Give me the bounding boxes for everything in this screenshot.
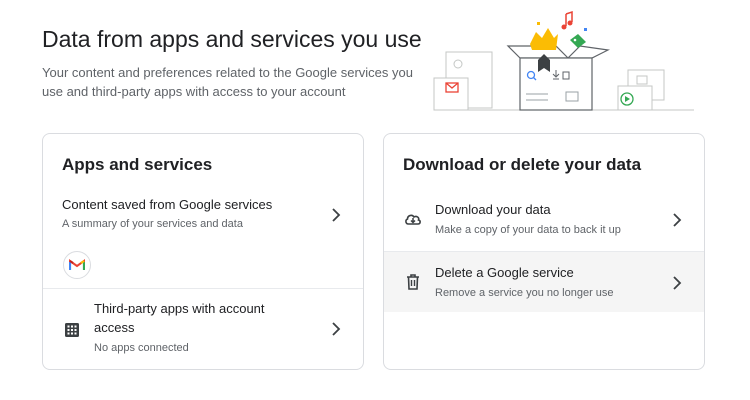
apps-and-services-card: Apps and services Content saved from Goo… [42, 133, 364, 370]
chevron-right-icon [332, 208, 341, 222]
row-title: Download your data [435, 202, 551, 217]
row-title: Content saved from Google services [62, 197, 273, 212]
row-description: Make a copy of your data to back it up [435, 224, 621, 236]
card-title-download-delete: Download or delete your data [403, 155, 642, 174]
row-description: A summary of your services and data [62, 218, 243, 230]
trash-icon [407, 274, 419, 290]
row-description: No apps connected [94, 342, 189, 354]
page-title: Data from apps and services you use [42, 26, 422, 52]
row-description: Remove a service you no longer use [435, 287, 614, 299]
card-title-apps: Apps and services [62, 155, 213, 174]
row-title: Third-party apps with account access [94, 301, 265, 335]
apps-grid-icon [65, 323, 79, 337]
chevron-right-icon [673, 276, 682, 290]
third-party-apps-row[interactable]: Third-party apps with account access No … [43, 289, 363, 369]
chevron-right-icon [332, 322, 341, 336]
cloud-download-icon [405, 214, 421, 225]
data-box-illustration [433, 10, 694, 111]
gmail-icon [63, 251, 91, 279]
delete-google-service-row[interactable]: Delete a Google service Remove a service… [384, 252, 704, 312]
chevron-right-icon [673, 213, 682, 227]
page-subtitle: Your content and preferences related to … [42, 65, 413, 99]
download-your-data-row[interactable]: Download your data Make a copy of your d… [384, 189, 704, 251]
content-saved-row[interactable]: Content saved from Google services A sum… [43, 192, 363, 288]
row-title: Delete a Google service [435, 265, 574, 280]
download-or-delete-card: Download or delete your data Download yo… [383, 133, 705, 370]
